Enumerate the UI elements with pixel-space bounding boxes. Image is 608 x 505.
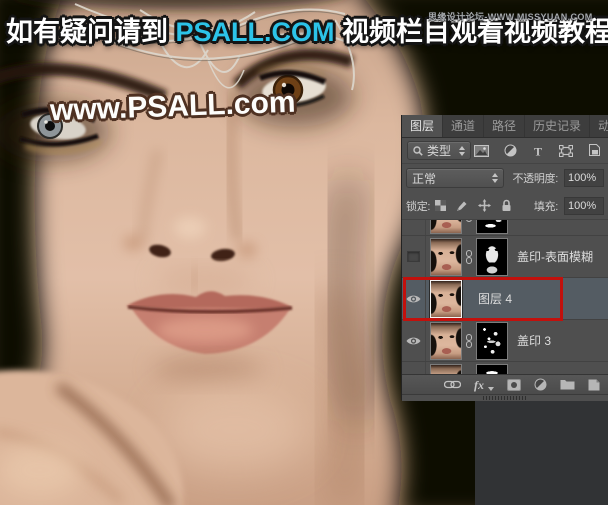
caret-down-icon xyxy=(488,387,494,391)
layer-thumbnail[interactable] xyxy=(430,364,462,375)
new-adjustment-icon[interactable] xyxy=(534,378,547,391)
layer-thumbnail[interactable] xyxy=(430,238,462,276)
layer-row-partial-bottom[interactable] xyxy=(402,362,608,374)
lock-label: 锁定: xyxy=(406,198,430,214)
lock-icons xyxy=(435,199,512,212)
dropdown-arrows-icon xyxy=(459,146,465,156)
banner-brand-link[interactable]: PSALL.COM xyxy=(176,17,335,47)
fill-label: 填充: xyxy=(534,198,558,214)
filter-kind-label: 类型 xyxy=(427,142,451,159)
new-group-icon[interactable] xyxy=(560,379,575,390)
tab-layers[interactable]: 图层 xyxy=(402,115,443,137)
blend-mode-value: 正常 xyxy=(412,170,436,187)
forum-watermark: 思缘设计论坛-WWW.MISSYUAN.COM xyxy=(428,10,593,23)
eye-icon[interactable] xyxy=(406,336,421,346)
layer-thumbnail[interactable] xyxy=(430,322,462,360)
lock-all-icon[interactable] xyxy=(501,199,512,212)
pixel-filter-icon[interactable] xyxy=(474,145,489,157)
panel-tab-bar: 图层 通道 路径 历史记录 动作 xyxy=(402,115,608,138)
type-filter-icon[interactable]: T xyxy=(532,145,544,157)
opacity-field[interactable]: 100% xyxy=(564,169,604,187)
layer-mask-thumbnail[interactable] xyxy=(476,364,508,375)
layer-row-stamp-3[interactable]: 盖印 3 xyxy=(402,320,608,362)
tab-actions[interactable]: 动作 xyxy=(590,115,608,137)
layer-thumbnail[interactable] xyxy=(430,280,462,318)
link-icon xyxy=(465,334,473,348)
visibility-cell[interactable] xyxy=(402,236,426,277)
layer-row-stamp-surface-blur[interactable]: 盖印-表面模糊 xyxy=(402,236,608,278)
layer-mask-thumbnail[interactable] xyxy=(476,238,508,276)
panel-resize-grip[interactable] xyxy=(402,394,608,401)
app-workspace-background xyxy=(475,400,608,505)
banner-text-prefix: 如有疑问请到 xyxy=(6,17,176,47)
layer-style-icon[interactable]: fx xyxy=(474,379,484,391)
filter-kind-dropdown[interactable]: 类型 xyxy=(407,141,471,160)
tab-history[interactable]: 历史记录 xyxy=(525,115,590,137)
link-icon xyxy=(465,250,473,264)
layer-mask-thumbnail[interactable] xyxy=(476,322,508,360)
smart-object-filter-icon[interactable] xyxy=(588,144,601,157)
layer-thumbnail[interactable] xyxy=(430,220,462,234)
visibility-cell[interactable] xyxy=(402,278,426,319)
eye-icon[interactable] xyxy=(406,294,421,304)
visibility-off-checkbox[interactable] xyxy=(407,251,420,262)
dropdown-arrows-icon xyxy=(492,173,498,183)
layer-row-layer-4[interactable]: 图层 4 xyxy=(402,278,608,320)
link-icon xyxy=(465,220,473,222)
layer-name[interactable]: 盖印 3 xyxy=(517,332,551,349)
lock-transparency-icon[interactable] xyxy=(435,200,446,211)
panel-footer-toolbar: fx xyxy=(402,374,608,394)
tab-paths[interactable]: 路径 xyxy=(484,115,525,137)
link-layers-icon[interactable] xyxy=(444,380,461,389)
grip-dots-icon xyxy=(483,396,527,400)
opacity-label: 不透明度: xyxy=(512,170,558,186)
visibility-cell[interactable] xyxy=(402,362,426,374)
search-icon xyxy=(413,146,423,156)
visibility-cell[interactable] xyxy=(402,320,426,361)
layer-row-partial-top[interactable] xyxy=(402,220,608,236)
blend-mode-row: 正常 不透明度: 100% xyxy=(402,164,608,192)
lock-position-icon[interactable] xyxy=(478,199,491,212)
layer-name[interactable]: 图层 4 xyxy=(478,290,512,307)
adjustment-filter-icon[interactable] xyxy=(504,144,517,157)
svg-text:T: T xyxy=(534,145,542,157)
new-layer-icon[interactable] xyxy=(588,379,600,391)
visibility-cell[interactable] xyxy=(402,220,426,235)
layer-mask-thumbnail[interactable] xyxy=(476,220,508,234)
add-mask-icon[interactable] xyxy=(507,379,521,391)
fill-field[interactable]: 100% xyxy=(564,197,604,215)
layer-filter-row: 类型 T xyxy=(402,138,608,164)
tab-channels[interactable]: 通道 xyxy=(443,115,484,137)
layer-list: 盖印-表面模糊 图层 4 盖印 3 xyxy=(402,220,608,374)
filter-type-icons: T xyxy=(474,144,603,157)
shape-filter-icon[interactable] xyxy=(559,145,573,157)
layer-name[interactable]: 盖印-表面模糊 xyxy=(517,248,593,265)
layers-panel: 图层 通道 路径 历史记录 动作 类型 T 正常 不透明度: 100% 锁定: xyxy=(401,115,608,400)
lock-row: 锁定: 填充: 100% xyxy=(402,192,608,220)
blend-mode-dropdown[interactable]: 正常 xyxy=(406,168,504,188)
lock-paint-icon[interactable] xyxy=(456,200,468,212)
